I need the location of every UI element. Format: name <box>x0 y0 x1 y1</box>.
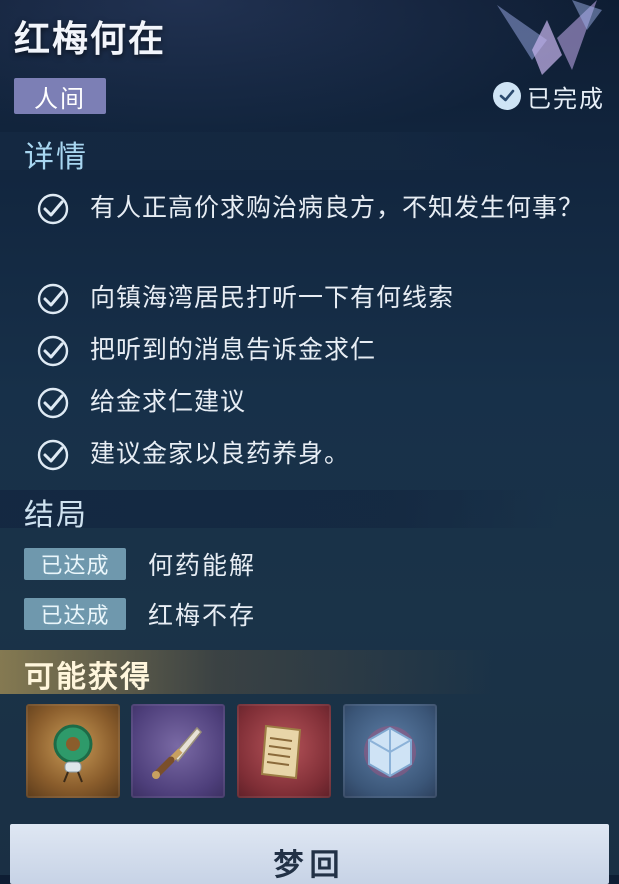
reward-slot-crystal-cube[interactable] <box>343 704 437 798</box>
task-item: 向镇海湾居民打听一下有何线索 <box>36 278 600 318</box>
check-circle-icon <box>37 439 69 471</box>
quest-status: 已完成 <box>493 78 605 114</box>
task-text: 给金求仁建议 <box>90 387 247 416</box>
check-circle-icon <box>37 335 69 367</box>
reward-slot-scroll[interactable] <box>237 704 331 798</box>
scroll-icon <box>260 724 302 780</box>
dagger-icon <box>152 726 203 779</box>
sect-emblem-icon <box>497 0 602 75</box>
jade-pendant-icon <box>53 724 93 783</box>
crystal-cube-icon <box>364 726 416 778</box>
outcome-item: 已达成 红梅不存 <box>24 596 256 632</box>
outcome-text: 红梅不存 <box>148 601 257 630</box>
task-text: 向镇海湾居民打听一下有何线索 <box>90 283 455 312</box>
outcome-achieved-badge: 已达成 <box>24 598 126 630</box>
reward-slot-jade-pendant[interactable] <box>26 704 120 798</box>
task-text: 把听到的消息告诉金求仁 <box>90 335 377 364</box>
task-text: 有人正高价求购治病良方，不知发生何事？ <box>90 193 585 222</box>
quest-title: 红梅何在 <box>14 19 167 60</box>
rewards-heading: 可能获得 <box>24 660 152 695</box>
outcome-item: 已达成 何药能解 <box>24 546 256 582</box>
check-circle-icon <box>37 193 69 225</box>
reward-slot-dagger[interactable] <box>131 704 225 798</box>
task-item: 把听到的消息告诉金求仁 <box>36 330 600 370</box>
task-text: 建议金家以良药养身。 <box>90 439 351 468</box>
completed-check-icon <box>493 82 521 110</box>
dream-return-button[interactable]: 梦回 <box>10 824 609 884</box>
outcomes-heading: 结局 <box>24 498 88 533</box>
quest-status-label: 已完成 <box>527 84 605 113</box>
outcome-text: 何药能解 <box>148 551 257 580</box>
details-heading: 详情 <box>24 140 88 175</box>
check-circle-icon <box>37 387 69 419</box>
check-circle-icon <box>37 283 69 315</box>
outcome-achieved-badge: 已达成 <box>24 548 126 580</box>
quest-panel: 红梅何在 人间 已完成 详情 有人正高价求购治病良方，不知发生何事？ 向镇海湾居… <box>0 0 619 884</box>
task-item: 给金求仁建议 <box>36 382 600 422</box>
task-item: 有人正高价求购治病良方，不知发生何事？ <box>36 188 600 228</box>
quest-category-badge: 人间 <box>14 78 106 114</box>
task-item: 建议金家以良药养身。 <box>36 434 600 474</box>
